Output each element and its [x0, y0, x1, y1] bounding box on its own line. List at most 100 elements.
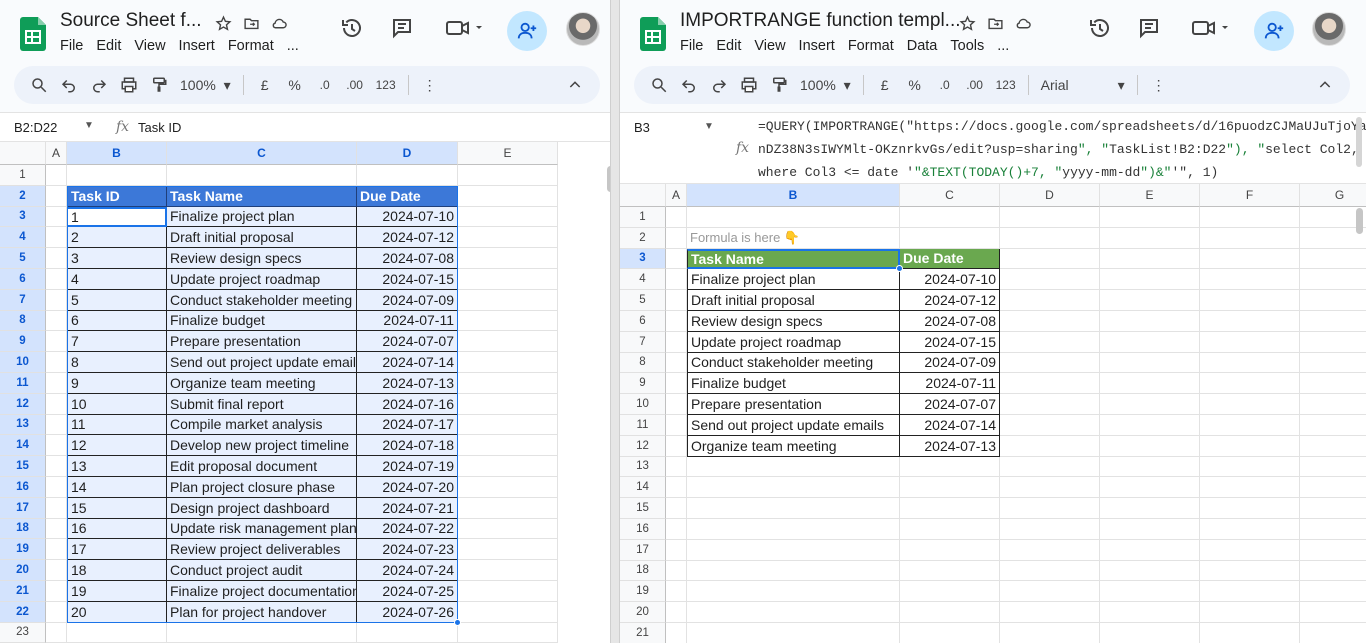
data-cell[interactable]: 2024-07-11 [900, 373, 1000, 395]
row-header-15[interactable]: 15 [620, 498, 666, 519]
cell[interactable] [1300, 394, 1366, 415]
search-icon[interactable] [644, 70, 674, 100]
data-cell[interactable]: 2024-07-08 [357, 248, 458, 269]
cell[interactable] [1200, 602, 1300, 623]
row-header-7[interactable]: 7 [0, 289, 46, 311]
cell[interactable] [46, 601, 67, 623]
name-box[interactable]: B3 [634, 120, 650, 135]
cell[interactable] [687, 623, 900, 643]
avatar[interactable] [566, 12, 600, 46]
font-select[interactable]: Arial ▾ [1035, 70, 1131, 100]
cell[interactable] [1100, 248, 1200, 270]
cell[interactable] [458, 518, 558, 540]
data-cell[interactable]: Submit final report [167, 393, 357, 415]
data-cell[interactable]: Develop new project timeline [167, 435, 357, 457]
data-cell[interactable]: 17 [67, 539, 167, 561]
cell[interactable] [458, 373, 558, 394]
currency-button[interactable]: £ [250, 70, 280, 100]
cell[interactable] [1100, 519, 1200, 540]
cell[interactable] [1000, 207, 1100, 228]
cell[interactable] [46, 165, 67, 186]
cell[interactable] [900, 207, 1000, 228]
vertical-scrollbar[interactable] [1356, 208, 1363, 234]
cell[interactable] [666, 623, 687, 643]
row-header-8[interactable]: 8 [620, 352, 666, 374]
cell[interactable] [458, 185, 558, 207]
paint-format-icon[interactable] [144, 70, 174, 100]
cell[interactable] [1200, 477, 1300, 499]
row-header-9[interactable]: 9 [620, 373, 666, 395]
row-header-3[interactable]: 3 [620, 248, 666, 270]
data-cell[interactable]: 16 [67, 518, 167, 540]
cell[interactable] [1200, 519, 1300, 540]
row-header-11[interactable]: 11 [620, 415, 666, 436]
row-header-8[interactable]: 8 [0, 310, 46, 332]
cell[interactable] [666, 207, 687, 228]
data-cell[interactable]: 2024-07-13 [357, 373, 458, 394]
data-cell[interactable]: Conduct project audit [167, 560, 357, 581]
comment-icon[interactable] [388, 14, 416, 42]
data-cell[interactable]: 3 [67, 248, 167, 269]
row-header-10[interactable]: 10 [620, 394, 666, 415]
chevron-down-icon[interactable]: ▼ [84, 120, 94, 131]
data-cell[interactable]: Review design specs [687, 311, 900, 332]
menu-edit[interactable]: Edit [716, 38, 741, 54]
header-cell[interactable]: Task ID [67, 185, 167, 207]
cell[interactable] [46, 310, 67, 332]
comment-icon[interactable] [1135, 14, 1163, 42]
doc-title[interactable]: Source Sheet f... [60, 10, 202, 32]
cell[interactable] [458, 248, 558, 269]
select-all-corner[interactable] [620, 184, 666, 207]
data-cell[interactable]: Draft initial proposal [167, 227, 357, 249]
cell[interactable] [666, 290, 687, 311]
data-cell[interactable]: Prepare presentation [687, 394, 900, 415]
cell[interactable] [1000, 539, 1100, 561]
data-cell[interactable]: 2024-07-23 [357, 539, 458, 561]
data-cell[interactable]: 2024-07-13 [900, 435, 1000, 457]
cell[interactable] [900, 456, 1000, 478]
cell[interactable] [1100, 227, 1200, 249]
cell[interactable] [1300, 436, 1366, 457]
cell[interactable] [1300, 561, 1366, 582]
cell[interactable] [458, 414, 558, 436]
data-cell[interactable]: 4 [67, 269, 167, 290]
row-header-21[interactable]: 21 [620, 623, 666, 643]
menu-view[interactable]: View [754, 38, 785, 54]
cell[interactable] [46, 373, 67, 394]
cell[interactable] [687, 539, 900, 561]
column-header-b[interactable]: B [67, 142, 167, 165]
increase-decimal-button[interactable]: .00 [960, 70, 990, 100]
cell[interactable] [458, 456, 558, 477]
cell[interactable] [1000, 456, 1100, 478]
cell[interactable] [1100, 311, 1200, 332]
cell[interactable] [1000, 290, 1100, 311]
column-header-e[interactable]: E [458, 142, 558, 165]
menu-format[interactable]: Format [848, 38, 894, 54]
row-header-16[interactable]: 16 [620, 519, 666, 540]
row-header-3[interactable]: 3 [0, 206, 46, 228]
data-cell[interactable]: Send out project update emails [167, 352, 357, 373]
cell[interactable] [1300, 269, 1366, 291]
share-button[interactable] [507, 11, 547, 51]
cell[interactable] [900, 581, 1000, 603]
data-cell[interactable]: Send out project update emails [687, 415, 900, 436]
row-header-20[interactable]: 20 [620, 602, 666, 623]
data-cell[interactable]: 15 [67, 497, 167, 519]
cell[interactable] [1300, 353, 1366, 374]
cell[interactable] [458, 601, 558, 623]
cell[interactable] [900, 519, 1000, 540]
row-header-9[interactable]: 9 [0, 331, 46, 353]
more-icon[interactable]: ⋮ [415, 70, 445, 100]
avatar[interactable] [1312, 12, 1346, 46]
data-cell[interactable]: Update project roadmap [167, 269, 357, 290]
menu-file[interactable]: File [680, 38, 703, 54]
cell[interactable] [46, 560, 67, 581]
cell[interactable] [1000, 560, 1100, 582]
data-cell[interactable]: 2 [67, 227, 167, 249]
cell[interactable] [1200, 269, 1300, 291]
cell[interactable] [687, 456, 900, 478]
data-cell[interactable]: 2024-07-19 [357, 456, 458, 477]
cell[interactable] [666, 539, 687, 561]
cell[interactable] [458, 206, 558, 228]
chevron-down-icon[interactable]: ▼ [704, 121, 714, 132]
